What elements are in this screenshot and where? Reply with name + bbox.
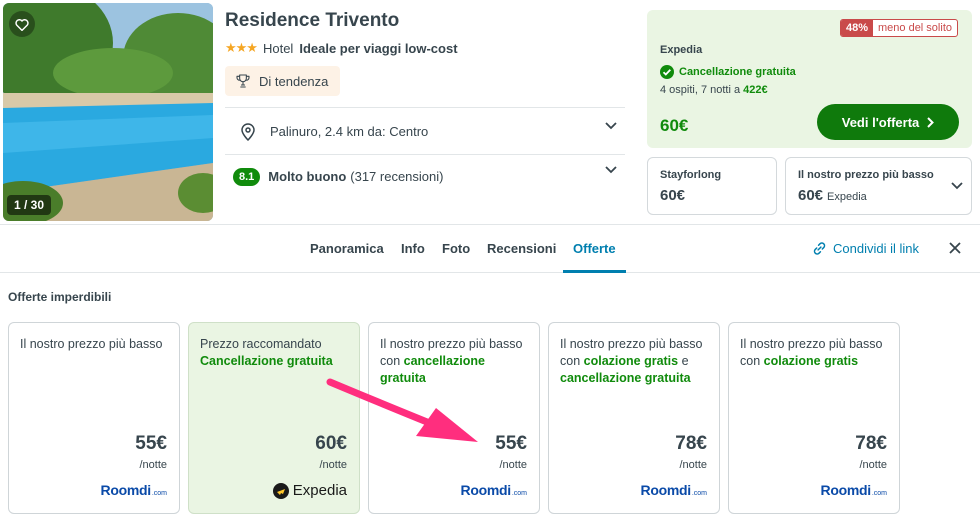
discount-percent: 48%: [840, 20, 873, 36]
per-night-label: /notte: [319, 459, 347, 471]
expedia-plane-icon: [272, 482, 289, 499]
hotel-name[interactable]: Residence Trivento: [225, 8, 625, 34]
star-rating: ★★★: [225, 40, 258, 55]
roomdi-logo: Roomdi .com: [100, 482, 167, 498]
review-count: (317 recensioni): [350, 169, 444, 184]
chevron-down-icon[interactable]: [951, 182, 963, 190]
tab-offerte[interactable]: Offerte: [573, 241, 616, 256]
alt-price: 60€ Expedia: [798, 187, 867, 204]
offer-price: 60€: [315, 433, 347, 454]
rating-row[interactable]: 8.1 Molto buono (317 recensioni): [225, 154, 625, 198]
location-row[interactable]: Palinuro, 2.4 km da: Centro: [225, 107, 625, 155]
alt-deal-lowest[interactable]: Il nostro prezzo più basso 60€ Expedia: [785, 157, 972, 215]
share-link-button[interactable]: Condividi il link: [812, 241, 919, 256]
photo-counter: 1 / 30: [7, 195, 52, 215]
trending-label: Di tendenza: [259, 73, 329, 89]
tab-info[interactable]: Info: [401, 241, 425, 256]
trending-badge: Di tendenza: [225, 66, 341, 96]
alt-price: 60€: [660, 187, 686, 204]
alt-source: Expedia: [827, 191, 867, 203]
tab-bar: Panoramica Info Foto Recensioni Offerte …: [0, 224, 980, 273]
per-night-label: /notte: [139, 459, 167, 471]
offer-card[interactable]: Il nostro prezzo più basso 55€ /notte Ro…: [8, 322, 180, 514]
location-pin-icon: [241, 122, 255, 141]
deal-price: 60€: [660, 116, 689, 135]
view-deal-label: Vedi l'offerta: [841, 114, 920, 130]
pool-image: [3, 3, 213, 221]
per-night-label: /notte: [859, 459, 887, 471]
trophy-icon: [236, 74, 250, 88]
tab-panoramica[interactable]: Panoramica: [310, 241, 384, 256]
offer-card[interactable]: Il nostro prezzo più basso con colazione…: [728, 322, 900, 514]
roomdi-logo: Roomdi .com: [640, 482, 707, 498]
section-title: Offerte imperdibili: [8, 290, 112, 304]
alt-provider: Stayforlong: [660, 169, 722, 181]
offer-description: Il nostro prezzo più basso con colazione…: [740, 337, 883, 368]
tab-foto[interactable]: Foto: [442, 241, 470, 256]
offer-card-recommended[interactable]: Prezzo raccomandato Cancellazione gratui…: [188, 322, 360, 514]
check-circle-icon: [660, 65, 674, 79]
deal-provider: Expedia: [660, 44, 703, 56]
hotel-info: Residence Trivento ★★★ Hotel Ideale per …: [225, 8, 625, 96]
stay-info: 4 ospiti, 7 notti a 422€: [660, 84, 768, 96]
free-cancellation: Cancellazione gratuita: [660, 65, 796, 79]
free-cancel-label: Cancellazione gratuita: [679, 66, 796, 78]
rating-label: Molto buono: [268, 169, 347, 184]
rating-score: 8.1: [233, 167, 261, 186]
offer-description: Il nostro prezzo più basso con cancellaz…: [380, 337, 523, 385]
roomdi-logo: Roomdi .com: [820, 482, 887, 498]
offer-card[interactable]: Il nostro prezzo più basso con cancellaz…: [368, 322, 540, 514]
discount-text: meno del solito: [878, 22, 952, 34]
offer-price: 55€: [495, 433, 527, 454]
hotel-tagline: Ideale per viaggi low-cost: [299, 40, 458, 56]
share-label: Condividi il link: [833, 241, 919, 256]
hotel-photo[interactable]: 1 / 30: [3, 3, 213, 221]
offer-price: 55€: [135, 433, 167, 454]
chevron-right-icon: [927, 116, 935, 128]
offer-price: 78€: [675, 433, 707, 454]
discount-badge: 48% meno del solito: [839, 19, 958, 37]
favorite-button[interactable]: [9, 11, 35, 37]
offer-description: Il nostro prezzo più basso: [20, 337, 163, 351]
alt-deal-stayforlong[interactable]: Stayforlong 60€: [647, 157, 777, 215]
hotel-type: Hotel: [262, 40, 294, 56]
stay-total: 422€: [743, 84, 768, 96]
location-text: Palinuro, 2.4 km da: Centro: [270, 124, 429, 139]
close-icon[interactable]: [949, 242, 961, 254]
heart-icon: [15, 18, 29, 31]
chevron-down-icon: [605, 122, 617, 130]
per-night-label: /notte: [499, 459, 527, 471]
chevron-down-icon: [605, 166, 617, 174]
expedia-logo: Expedia: [272, 482, 347, 499]
per-night-label: /notte: [679, 459, 707, 471]
offer-card[interactable]: Il nostro prezzo più basso con colazione…: [548, 322, 720, 514]
hotel-meta: ★★★ Hotel Ideale per viaggi low-cost: [225, 40, 625, 56]
offer-price: 78€: [855, 433, 887, 454]
view-deal-button[interactable]: Vedi l'offerta: [817, 104, 959, 140]
link-icon: [813, 242, 826, 255]
main-deal-card[interactable]: 48% meno del solito Expedia Cancellazion…: [647, 10, 972, 148]
roomdi-logo: Roomdi .com: [460, 482, 527, 498]
alt-provider: Il nostro prezzo più basso: [798, 169, 934, 181]
tab-recensioni[interactable]: Recensioni: [487, 241, 556, 256]
offer-description: Prezzo raccomandato Cancellazione gratui…: [200, 337, 333, 368]
offer-description: Il nostro prezzo più basso con colazione…: [560, 337, 703, 385]
stay-prefix: 4 ospiti, 7 notti a: [660, 84, 741, 96]
active-tab-indicator: [563, 270, 626, 273]
